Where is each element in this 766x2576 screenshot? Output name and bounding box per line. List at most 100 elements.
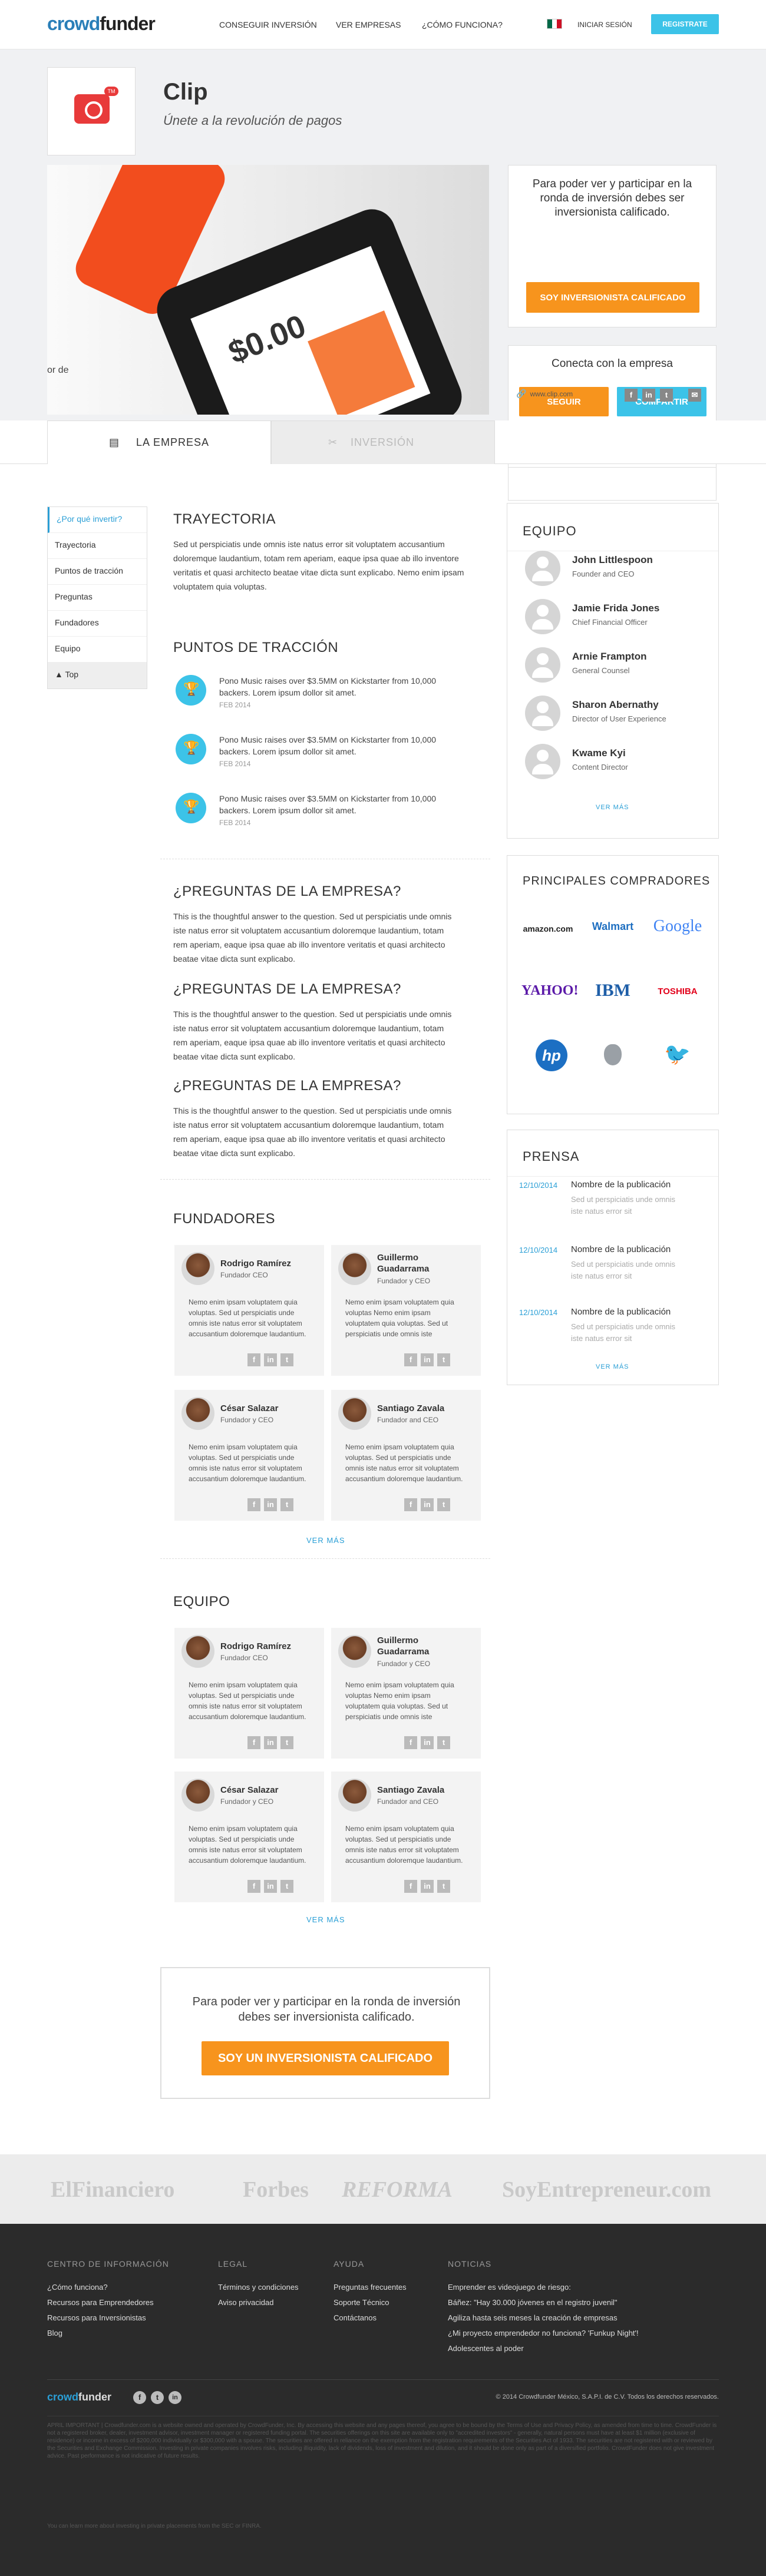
team-member-name[interactable]: Arnie Frampton: [572, 651, 647, 663]
tab-la-empresa[interactable]: ▤ LA EMPRESA: [47, 420, 271, 464]
equipo-ver-mas-link[interactable]: VER MÁS: [306, 1915, 345, 1924]
tab-bar: ▤ LA EMPRESA ✂ INVERSIÓN: [0, 420, 766, 464]
email-icon[interactable]: ✉: [688, 389, 701, 402]
sidebar-item-fundadores[interactable]: Fundadores: [48, 611, 147, 637]
sidebar-item-preguntas[interactable]: Preguntas: [48, 585, 147, 611]
footer-link[interactable]: ¿Mi proyecto emprendedor no funciona? 'F…: [448, 2329, 639, 2337]
nav-link-conseguir-inversion[interactable]: CONSEGUIR INVERSIÓN: [219, 20, 317, 29]
linkedin-icon[interactable]: in: [264, 1353, 277, 1366]
sidebar-item-equipo[interactable]: Equipo: [48, 637, 147, 663]
footer-link[interactable]: ¿Cómo funciona?: [47, 2283, 108, 2292]
facebook-icon[interactable]: f: [133, 2391, 146, 2404]
press-item-title[interactable]: Nombre de la publicación: [571, 1307, 671, 1317]
pregunta-answer: This is the thoughtful answer to the que…: [173, 912, 452, 963]
linkedin-icon[interactable]: in: [169, 2391, 181, 2404]
facebook-icon[interactable]: f: [247, 1498, 260, 1511]
twitter-icon[interactable]: t: [280, 1498, 293, 1511]
trophy-icon: [176, 734, 206, 764]
facebook-icon[interactable]: f: [404, 1353, 417, 1366]
bottom-qualified-investor-button[interactable]: SOY UN INVERSIONISTA CALIFICADO: [202, 2041, 449, 2075]
sidebar-item-trayectoria[interactable]: Trayectoria: [48, 533, 147, 559]
twitter-icon[interactable]: t: [280, 1736, 293, 1749]
footer-link[interactable]: Agiliza hasta seis meses la creación de …: [448, 2313, 618, 2322]
elfinanciero-logo: ElFinanciero: [51, 2177, 175, 2202]
footer-link[interactable]: Recursos para Inversionistas: [47, 2313, 146, 2322]
team-member-name[interactable]: Jamie Frida Jones: [572, 602, 659, 614]
buyers-card: PRINCIPALES COMPRADORES amazon.com Walma…: [507, 855, 719, 1114]
twitter-icon[interactable]: t: [280, 1880, 293, 1893]
footer-link[interactable]: Preguntas frecuentes: [334, 2283, 407, 2292]
avatar: [181, 1779, 214, 1812]
crowdfunder-logo[interactable]: crowdfunder: [47, 13, 156, 35]
toshiba-logo: TOSHIBA: [658, 986, 698, 996]
team-member-name[interactable]: Sharon Abernathy: [572, 699, 659, 711]
photo-caption: or de: [47, 365, 69, 375]
facebook-icon[interactable]: f: [247, 1353, 260, 1366]
press-ver-mas-link[interactable]: VER MÁS: [596, 1363, 629, 1370]
founder-name: Rodrigo Ramírez: [220, 1259, 292, 1269]
mexico-flag-icon[interactable]: [547, 19, 562, 29]
nav-link-como-funciona[interactable]: ¿CÓMO FUNCIONA?: [422, 20, 503, 29]
team-card: César Salazar Fundador y CEO Nemo enim i…: [174, 1772, 324, 1902]
twitter-icon[interactable]: t: [437, 1353, 450, 1366]
linkedin-icon[interactable]: in: [264, 1880, 277, 1893]
twitter-icon[interactable]: t: [437, 1880, 450, 1893]
linkedin-icon[interactable]: in: [421, 1736, 434, 1749]
team-card: Rodrigo Ramírez Fundador CEO Nemo enim i…: [174, 1628, 324, 1759]
facebook-icon[interactable]: f: [247, 1880, 260, 1893]
press-item-title[interactable]: Nombre de la publicación: [571, 1244, 671, 1254]
facebook-icon[interactable]: f: [404, 1736, 417, 1749]
team-sidebar-ver-mas-link[interactable]: VER MÁS: [596, 804, 629, 811]
footer-link[interactable]: Blog: [47, 2329, 62, 2337]
login-link[interactable]: INICIAR SESIÓN: [577, 21, 632, 29]
trademark-badge: TM: [104, 87, 118, 96]
linkedin-icon[interactable]: in: [421, 1880, 434, 1893]
linkedin-icon[interactable]: in: [642, 389, 655, 402]
sidebar-item-por-que-invertir[interactable]: ¿Por qué invertir?: [48, 507, 147, 533]
footer-link[interactable]: Emprender es videojuego de riesgo:: [448, 2283, 571, 2292]
company-logo: TM: [47, 67, 136, 155]
sidebar-item-puntos-traccion[interactable]: Puntos de tracción: [48, 559, 147, 585]
twitter-icon[interactable]: t: [437, 1736, 450, 1749]
team-member-name[interactable]: Kwame Kyi: [572, 747, 626, 759]
twitter-icon[interactable]: t: [437, 1498, 450, 1511]
qualified-investor-button[interactable]: SOY INVERSIONISTA CALIFICADO: [526, 282, 699, 313]
team-sidebar-title: EQUIPO: [523, 524, 577, 538]
facebook-icon[interactable]: f: [404, 1498, 417, 1511]
section-sidebar: ¿Por qué invertir? Trayectoria Puntos de…: [47, 506, 147, 689]
trayectoria-text: Sed ut perspiciatis unde omnis iste natu…: [173, 539, 464, 591]
linkedin-icon[interactable]: in: [421, 1353, 434, 1366]
facebook-icon[interactable]: f: [247, 1736, 260, 1749]
footer-heading: LEGAL: [218, 2259, 248, 2269]
footer-logo[interactable]: crowdfunder: [47, 2391, 111, 2403]
footer-link[interactable]: Báñez: "Hay 30.000 jóvenes en el registr…: [448, 2298, 617, 2307]
footer-link[interactable]: Adolescentes al poder: [448, 2344, 524, 2353]
press-date: 12/10/2014: [519, 1308, 558, 1317]
sidebar-item-top[interactable]: ▲ Top: [48, 663, 147, 688]
tab-inversion[interactable]: ✂ INVERSIÓN: [271, 420, 495, 464]
facebook-icon[interactable]: f: [625, 389, 638, 402]
avatar: [338, 1397, 371, 1430]
company-name: Clip: [163, 79, 208, 105]
linkedin-icon[interactable]: in: [421, 1498, 434, 1511]
facebook-icon[interactable]: f: [404, 1880, 417, 1893]
linkedin-icon[interactable]: in: [264, 1736, 277, 1749]
nav-link-ver-empresas[interactable]: VER EMPRESAS: [336, 20, 401, 29]
footer-link[interactable]: Aviso privacidad: [218, 2298, 273, 2307]
twitter-icon[interactable]: t: [151, 2391, 164, 2404]
media-logos-band: ElFinanciero Forbes REFORMA SoyEntrepren…: [0, 2154, 766, 2224]
press-item-title[interactable]: Nombre de la publicación: [571, 1180, 671, 1190]
footer-link[interactable]: Recursos para Emprendedores: [47, 2298, 154, 2307]
footer-link[interactable]: Términos y condiciones: [218, 2283, 299, 2292]
twitter-icon[interactable]: t: [660, 389, 673, 402]
team-member-name[interactable]: John Littlespoon: [572, 554, 653, 566]
register-button[interactable]: REGISTRATE: [651, 14, 719, 34]
footer: CENTRO DE INFORMACIÓN ¿Cómo funciona? Re…: [0, 2224, 766, 2576]
company-url[interactable]: 🔗 www.clip.com: [516, 389, 573, 399]
footer-link[interactable]: Soporte Técnico: [334, 2298, 389, 2307]
footer-link[interactable]: Contáctanos: [334, 2313, 377, 2322]
fundadores-ver-mas-link[interactable]: VER MÁS: [306, 1536, 345, 1545]
twitter-icon[interactable]: t: [280, 1353, 293, 1366]
invest-box-text: Para poder ver y participar en la ronda …: [532, 178, 692, 218]
linkedin-icon[interactable]: in: [264, 1498, 277, 1511]
